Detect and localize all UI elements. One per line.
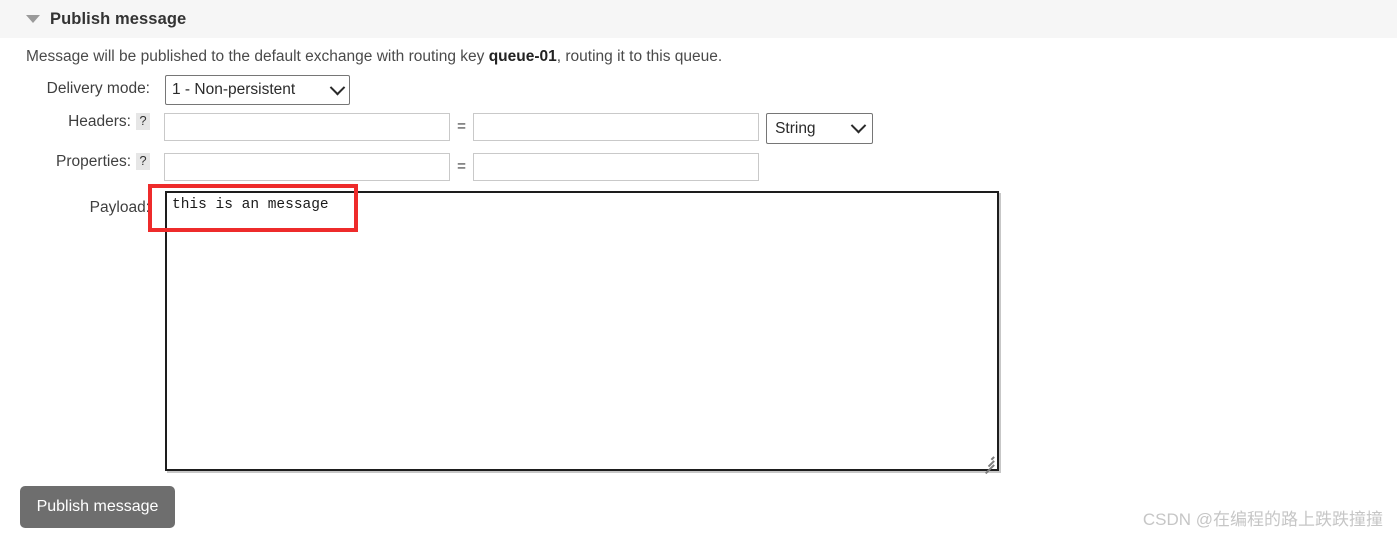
chevron-down-icon <box>329 79 346 95</box>
headers-help-icon[interactable]: ? <box>136 113 150 130</box>
triangle-down-icon[interactable] <box>26 15 40 23</box>
chevron-down-icon <box>850 117 867 134</box>
delivery-mode-row: Delivery mode: 1 - Non-persistent <box>0 75 350 105</box>
delivery-mode-selected-value: 1 - Non-persistent <box>172 81 296 98</box>
payload-row: Payload: <box>0 191 999 474</box>
properties-label-text: Properties: <box>56 153 131 170</box>
watermark: CSDN @在编程的路上跌跌撞撞 <box>1142 510 1383 529</box>
routing-key-value: queue-01 <box>488 48 557 65</box>
headers-key-input[interactable] <box>164 113 450 141</box>
properties-equals-sign: = <box>457 158 467 175</box>
headers-type-selected-value: String <box>775 119 816 137</box>
delivery-mode-label: Delivery mode: <box>46 80 150 97</box>
headers-equals-sign: = <box>457 118 467 135</box>
properties-label: Properties:? <box>0 153 150 171</box>
page-title: Publish message <box>50 9 187 28</box>
properties-row: Properties:? = <box>0 153 760 181</box>
publish-description: Message will be published to the default… <box>26 48 722 66</box>
publish-message-button[interactable]: Publish message <box>20 486 175 528</box>
headers-type-select[interactable]: String <box>766 113 874 144</box>
properties-help-icon[interactable]: ? <box>136 153 150 170</box>
description-suffix: , routing it to this queue. <box>556 48 723 65</box>
headers-value-input[interactable] <box>473 113 760 141</box>
publish-message-section-header[interactable]: Publish message <box>0 0 1397 38</box>
properties-key-input[interactable] <box>164 153 450 181</box>
delivery-mode-select[interactable]: 1 - Non-persistent <box>165 75 350 105</box>
headers-label-text: Headers: <box>68 113 131 130</box>
payload-textarea-wrapper <box>165 191 999 474</box>
headers-row: Headers:? = String <box>0 113 874 144</box>
payload-label: Payload: <box>89 199 150 216</box>
properties-value-input[interactable] <box>473 153 760 181</box>
payload-textarea[interactable] <box>165 191 999 471</box>
description-prefix: Message will be published to the default… <box>26 48 489 65</box>
headers-label: Headers:? <box>0 113 150 131</box>
